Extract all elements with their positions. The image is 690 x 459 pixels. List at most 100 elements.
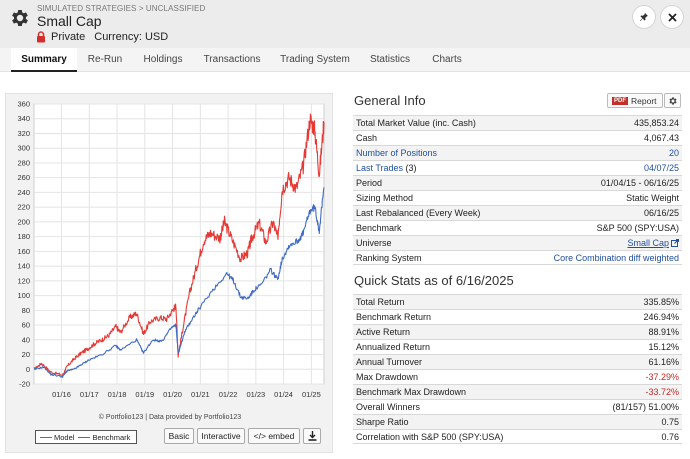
row-label: Total Return: [356, 297, 405, 307]
row-label: Sizing Method: [356, 193, 414, 203]
tab-charts[interactable]: Charts: [423, 48, 471, 72]
last-trades-value[interactable]: 04/07/25: [644, 161, 679, 175]
general-info-title: General Info: [354, 93, 426, 108]
row-label: Benchmark Return: [356, 312, 432, 322]
table-row: Max Drawdown -37.29%: [353, 369, 682, 384]
strategy-meta: Private Currency: USD: [36, 31, 168, 43]
close-icon: [667, 12, 677, 22]
interactive-button[interactable]: Interactive: [197, 428, 245, 444]
page-title: Small Cap: [37, 13, 102, 29]
row-value: (81/157) 51.00%: [612, 402, 679, 412]
legend-model[interactable]: Model: [54, 433, 74, 442]
x-tick-label: 01/17: [80, 390, 99, 399]
table-row: Total Return 335.85%: [353, 294, 682, 309]
last-trades-link[interactable]: Last Trades: [356, 163, 403, 173]
performance-chart-panel: -20 0 20 40 60 80 100 120 140 160 180 200 220 240 260 2…: [5, 93, 333, 453]
tab-trading-system[interactable]: Trading System: [272, 48, 358, 72]
row-label: Benchmark: [356, 223, 402, 233]
chart-legend: Model Benchmark: [35, 430, 137, 444]
breadcrumb[interactable]: SIMULATED STRATEGIES > UNCLASSIFIED: [37, 4, 205, 13]
report-button[interactable]: PDF Report: [607, 93, 663, 108]
pin-icon: [640, 13, 648, 21]
table-row: Annual Turnover 61.16%: [353, 354, 682, 369]
legend-swatch-model: [40, 436, 52, 438]
y-tick-label: 180: [17, 232, 30, 241]
x-tick-label: 01/25: [302, 390, 321, 399]
tab-holdings[interactable]: Holdings: [134, 48, 192, 72]
table-row: Annualized Return 15.12%: [353, 339, 682, 354]
external-link-icon[interactable]: [671, 239, 679, 247]
x-tick-label: 01/16: [52, 390, 71, 399]
y-tick-label: 140: [17, 262, 30, 271]
row-label: Active Return: [356, 327, 411, 337]
tab-transactions[interactable]: Transactions: [196, 48, 268, 72]
table-row: Total Market Value (inc. Cash) 435,853.2…: [353, 115, 682, 130]
quick-stats-table: Total Return 335.85% Benchmark Return 24…: [353, 294, 682, 444]
row-value: 246.94%: [643, 312, 679, 322]
tab-summary[interactable]: Summary: [11, 48, 77, 72]
table-row: Number of Positions 20: [353, 145, 682, 160]
row-value: 335.85%: [643, 297, 679, 307]
currency-label: Currency: USD: [94, 31, 169, 43]
row-label: Sharpe Ratio: [356, 417, 409, 427]
row-label: Universe: [356, 238, 392, 248]
row-value: 0.75: [661, 417, 679, 427]
performance-chart[interactable]: -20 0 20 40 60 80 100 120 140 160 180 200 220 240 260 2…: [6, 94, 334, 414]
universe-link[interactable]: Small Cap: [627, 238, 669, 248]
y-tick-label: 280: [17, 158, 30, 167]
row-value: 0.76: [661, 432, 679, 442]
number-of-positions-link[interactable]: Number of Positions: [356, 146, 437, 160]
row-label: Period: [356, 178, 383, 188]
table-row: Benchmark Max Drawdown -33.72%: [353, 384, 682, 399]
x-tick-label: 01/21: [191, 390, 210, 399]
table-row: Ranking System Core Combination diff wei…: [353, 250, 682, 265]
y-tick-label: 120: [17, 276, 30, 285]
row-label: Correlation with S&P 500 (SPY:USA): [356, 432, 504, 442]
row-value: 435,853.24: [633, 118, 679, 128]
row-label: Cash: [356, 133, 378, 143]
basic-button[interactable]: Basic: [164, 428, 194, 444]
x-tick-label: 01/18: [108, 390, 127, 399]
report-label: Report: [631, 95, 657, 106]
x-tick-label: 01/19: [135, 390, 154, 399]
last-trades-count: (3): [405, 163, 417, 173]
table-row: Cash 4,067.43: [353, 130, 682, 145]
table-row: Benchmark S&P 500 (SPY:USA): [353, 220, 682, 235]
row-value: 88.91%: [648, 327, 679, 337]
download-button[interactable]: [303, 428, 321, 444]
y-tick-label: 100: [17, 291, 30, 300]
ranking-system-link[interactable]: Core Combination diff weighted: [554, 251, 679, 265]
tab-statistics[interactable]: Statistics: [361, 48, 419, 72]
legend-swatch-benchmark: [78, 436, 91, 438]
row-value: Static Weight: [626, 193, 679, 203]
row-value: 4,067.43: [643, 133, 679, 143]
pdf-icon: PDF: [612, 96, 628, 105]
number-of-positions-value[interactable]: 20: [669, 146, 679, 160]
x-tick-label: 01/20: [163, 390, 182, 399]
table-row: Last Rebalanced (Every Week) 06/16/25: [353, 205, 682, 220]
row-label: Annual Turnover: [356, 357, 423, 367]
embed-button[interactable]: </> embed: [248, 428, 300, 444]
general-info-table: Total Market Value (inc. Cash) 435,853.2…: [353, 115, 682, 265]
row-value: 01/04/15 - 06/16/25: [600, 178, 679, 188]
row-value: 15.12%: [648, 342, 679, 352]
universe-value: Small Cap: [627, 236, 679, 250]
gear-icon[interactable]: [9, 7, 31, 29]
y-tick-label: 260: [17, 173, 30, 182]
row-value: -33.72%: [645, 387, 679, 397]
legend-benchmark[interactable]: Benchmark: [92, 433, 130, 442]
tab-re-run[interactable]: Re-Run: [78, 48, 132, 72]
row-label: Benchmark Max Drawdown: [356, 387, 467, 397]
last-trades-label: Last Trades (3): [356, 161, 417, 175]
tab-bar: Summary Re-Run Holdings Transactions Tra…: [0, 48, 690, 72]
y-tick-label: 240: [17, 188, 30, 197]
plot-area: [33, 103, 325, 385]
y-tick-label: 160: [17, 247, 30, 256]
chart-copyright: © Portfolio123 | Data provided by Portfo…: [98, 414, 242, 421]
row-value: 61.16%: [648, 357, 679, 367]
pin-button[interactable]: [632, 5, 656, 29]
report-settings-button[interactable]: [664, 93, 681, 108]
table-row: Universe Small Cap: [353, 235, 682, 250]
close-button[interactable]: [660, 5, 684, 29]
y-tick-label: 20: [22, 350, 30, 359]
